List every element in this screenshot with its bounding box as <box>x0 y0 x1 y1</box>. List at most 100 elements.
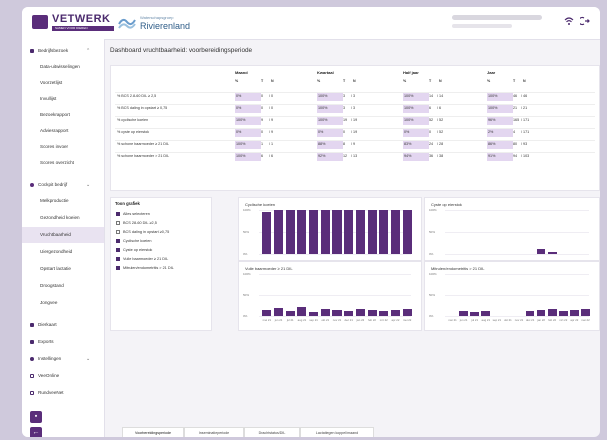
back-button[interactable]: ← <box>30 427 42 437</box>
checkbox-unchecked-icon[interactable] <box>116 221 120 225</box>
chart-bar[interactable] <box>344 210 354 254</box>
sidebar-item-bedrijfsbezoek[interactable]: Bedrijfsbezoek ⌃ <box>22 43 104 59</box>
chart-bar[interactable] <box>379 310 389 316</box>
chart-bar[interactable] <box>262 310 272 316</box>
checkbox-checked-icon[interactable] <box>116 239 120 243</box>
chart-bar[interactable] <box>570 310 579 316</box>
logout-icon[interactable] <box>580 16 590 26</box>
sidebar-item-veeonline[interactable]: VeeOnline <box>22 368 104 384</box>
chart-bar[interactable] <box>390 210 400 254</box>
sidebar-item-uiergezondheid[interactable]: Uiergezondheid <box>22 244 104 260</box>
graph-checkbox[interactable]: Vuile baarmoeder ≥ 21 DIL <box>116 255 206 263</box>
chart-bar[interactable] <box>390 310 400 316</box>
chart-bar[interactable] <box>481 310 491 316</box>
sidebar-item-vruchtbaarheid[interactable]: Vruchtbaarheid <box>22 227 104 243</box>
chart-bar[interactable] <box>320 210 330 254</box>
sidebar-item-exports[interactable]: Exports <box>22 334 104 350</box>
sidebar-item-scores-overzicht[interactable]: Scores overzicht <box>22 155 104 171</box>
sidebar-item-rundveenet[interactable]: RundveeNet <box>22 385 104 401</box>
chart-bar[interactable] <box>536 310 546 316</box>
external-link-icon <box>30 374 34 378</box>
sidebar-item-dierkaart[interactable]: Dierkaart <box>22 317 104 333</box>
chart-bar[interactable] <box>536 248 546 254</box>
count-n: / 28 <box>437 142 444 146</box>
toon-grafiek-title: Toon grafiek <box>115 201 140 206</box>
checkbox-checked-icon[interactable] <box>116 212 120 216</box>
chart-bar[interactable] <box>344 310 354 316</box>
chart-bar[interactable] <box>547 309 557 316</box>
chart-bar[interactable] <box>355 210 365 254</box>
sidebar-item-adviesrapport[interactable]: Adviesrapport <box>22 123 104 139</box>
chart-bar[interactable] <box>470 311 479 316</box>
graph-checkbox[interactable]: BCS daling in opstart ≥0,75 <box>116 228 206 236</box>
card-icon <box>30 323 34 327</box>
column-header: % <box>235 79 239 83</box>
x-tick-label: feb 22 <box>548 318 557 322</box>
percent-value: 100% <box>318 94 328 98</box>
checkbox-checked-icon[interactable] <box>116 266 120 270</box>
graph-checkbox[interactable]: Alles selecteren <box>116 210 206 218</box>
chart-bar[interactable] <box>262 211 272 254</box>
chart-bar[interactable] <box>525 310 535 316</box>
percent-cell: 91% <box>487 153 513 161</box>
count-t: 0 <box>429 130 432 134</box>
column-header: T <box>343 79 346 83</box>
wifi-icon[interactable] <box>564 16 574 26</box>
chart-bar[interactable] <box>297 306 307 316</box>
checkbox-checked-icon[interactable] <box>116 248 120 252</box>
chart-bar[interactable] <box>273 307 284 316</box>
sidebar-item-opstart-lactatie[interactable]: Opstart lactatie <box>22 261 104 277</box>
row-label: % schone baarmoeder > 21 DIL <box>117 154 170 158</box>
sidebar-item-melkproductie[interactable]: Melkproductie <box>22 193 104 209</box>
chart-bar[interactable] <box>297 210 307 254</box>
chart-bar[interactable] <box>379 210 389 254</box>
chart-bar[interactable] <box>402 309 412 316</box>
collapse-button[interactable]: ▪ <box>30 411 42 423</box>
graph-checkbox[interactable]: Cyclische koeien <box>116 237 206 245</box>
sidebar-item-instellingen[interactable]: Instellingen ⌄ <box>22 351 104 367</box>
chart-bar[interactable] <box>459 310 468 316</box>
chart-bar[interactable] <box>273 210 284 254</box>
tab-drachtstatus[interactable]: Drachtstatus/DIL <box>244 427 300 437</box>
chart-bar[interactable] <box>320 309 330 316</box>
count-n: / 9 <box>351 142 356 146</box>
gear-icon <box>30 357 34 361</box>
tab-lactatiegen-koppel[interactable]: Lactatiegen koppel/maand <box>300 427 374 437</box>
sidebar-item-gezondheid-koeien[interactable]: Gezondheid koeien <box>22 210 104 226</box>
graph-checkbox[interactable]: Cyste op eierstok <box>116 246 206 254</box>
chart-bar[interactable] <box>547 252 557 254</box>
external-link-icon <box>30 391 34 395</box>
row-label: % BCS daling in opstart ≥ 0,75 <box>117 106 168 110</box>
sidebar-item-scores-invoer[interactable]: Scores invoer <box>22 139 104 155</box>
chart-bar[interactable] <box>332 310 342 316</box>
chart-bar[interactable] <box>581 309 590 316</box>
x-tick-label: mei 22 <box>402 318 412 322</box>
graph-checkbox[interactable]: Mitrulen/endometritis > 21 DIL <box>116 264 206 272</box>
sidebar-item-cockpit-bedrijf[interactable]: Cockpit bedrijf ⌄ <box>22 177 104 193</box>
sidebar-item-jongvee[interactable]: Jongvee <box>22 295 104 311</box>
sidebar-item-invullijst[interactable]: Invullijst <box>22 91 104 107</box>
sidebar-item-voorzetlijst[interactable]: Voorzetlijst <box>22 75 104 91</box>
tab-voorbereidingsperiode[interactable]: Voorbereidingsperiode <box>122 427 184 437</box>
chart-bar[interactable] <box>402 210 412 254</box>
chart-vuile-baarmoeder: Vuile baarmoeder ≥ 21 DIL 100% 50% 0% mei 21… <box>238 261 422 331</box>
chart-bar[interactable] <box>285 310 295 316</box>
graph-checkbox[interactable]: BCS 28-60 DIL ≥2,5 <box>116 219 206 227</box>
chart-bar[interactable] <box>558 310 568 316</box>
sidebar-item-bezoekrapport[interactable]: Bezoekrapport <box>22 107 104 123</box>
percent-cell: 100% <box>235 141 261 149</box>
tab-inseminatieperiode[interactable]: Inseminatieperiode <box>184 427 244 437</box>
chart-bar[interactable] <box>309 311 319 316</box>
chart-bar[interactable] <box>355 309 365 316</box>
chart-bar[interactable] <box>332 210 342 254</box>
sidebar-item-droogstand[interactable]: Droogstand <box>22 278 104 294</box>
chart-bar[interactable] <box>309 210 319 254</box>
partner-logo: Waterschapsgroep Rivierenland <box>118 12 198 34</box>
chart-bar[interactable] <box>285 210 295 254</box>
checkbox-unchecked-icon[interactable] <box>116 230 120 234</box>
chart-cyste-op-eierstok: Cyste op eierstok 100% 50% 0% <box>424 197 600 261</box>
sidebar-item-data-uitwisselingen[interactable]: Data-uitwisselingen <box>22 59 104 75</box>
chart-bar[interactable] <box>367 210 377 254</box>
chart-bar[interactable] <box>367 310 377 316</box>
checkbox-checked-icon[interactable] <box>116 257 120 261</box>
